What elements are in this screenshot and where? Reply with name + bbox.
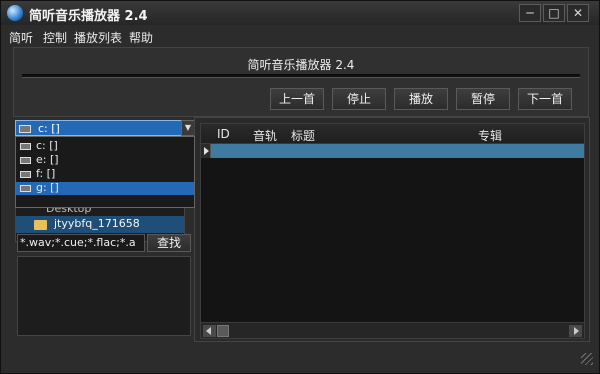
seek-bar[interactable]	[22, 74, 580, 78]
drive-option-label: g: []	[36, 181, 59, 194]
menu-control[interactable]: 控制	[43, 29, 67, 46]
drive-option-label: c: []	[36, 139, 58, 152]
scroll-thumb[interactable]	[217, 325, 229, 337]
drive-option-c[interactable]: c: []	[16, 139, 194, 153]
app-logo-icon	[7, 5, 23, 21]
menu-jianting[interactable]: 简听	[9, 29, 33, 46]
drive-option-f[interactable]: f: []	[16, 167, 194, 181]
column-title[interactable]: 标题	[291, 127, 315, 144]
table-row[interactable]	[201, 144, 584, 158]
column-album[interactable]: 专辑	[478, 127, 502, 144]
maximize-button[interactable]: □	[543, 4, 565, 22]
playlist-panel: ID 音轨 标题 专辑	[194, 117, 590, 342]
drive-dropdown-list: c: [] e: [] f: [] g: []	[15, 136, 195, 208]
drive-icon	[19, 125, 31, 133]
drive-icon	[20, 185, 31, 192]
playlist-header: ID 音轨 标题 专辑	[201, 124, 584, 144]
scroll-left-icon[interactable]	[203, 325, 216, 337]
current-row-marker-icon	[201, 144, 211, 158]
menu-help[interactable]: 帮助	[129, 29, 153, 46]
playlist-table[interactable]: ID 音轨 标题 专辑	[200, 123, 585, 339]
file-browser-panel: Desktop jtyybfq_171658 c: [] ▼ c: [] e: …	[13, 117, 195, 339]
minimize-button[interactable]: ─	[519, 4, 541, 22]
next-button[interactable]: 下一首	[518, 88, 572, 110]
tree-item-label: jtyybfq_171658	[54, 217, 140, 230]
drive-option-label: e: []	[36, 153, 59, 166]
file-results-list[interactable]	[17, 256, 191, 336]
drive-select[interactable]: c: []	[15, 120, 183, 136]
column-track[interactable]: 音轨	[253, 127, 277, 144]
column-id[interactable]: ID	[217, 127, 230, 141]
close-button[interactable]: ✕	[567, 4, 589, 22]
resize-grip-icon[interactable]	[581, 353, 593, 365]
horizontal-scrollbar[interactable]	[201, 322, 584, 338]
chevron-down-icon[interactable]: ▼	[181, 120, 195, 136]
drive-option-e[interactable]: e: []	[16, 153, 194, 167]
drive-icon	[20, 143, 31, 150]
title-bar[interactable]: 简听音乐播放器 2.4 ─ □ ✕	[1, 1, 599, 25]
drive-icon	[20, 157, 31, 164]
window-title: 简听音乐播放器 2.4	[29, 9, 148, 24]
search-button[interactable]: 查找	[147, 234, 191, 252]
app-window: 简听音乐播放器 2.4 ─ □ ✕ 简听 控制 播放列表 帮助 简听音乐播放器 …	[0, 0, 600, 374]
previous-button[interactable]: 上一首	[270, 88, 324, 110]
menu-bar: 简听 控制 播放列表 帮助	[1, 27, 599, 45]
drive-option-g[interactable]: g: []	[16, 181, 194, 195]
play-button[interactable]: 播放	[394, 88, 448, 110]
pause-button[interactable]: 暂停	[456, 88, 510, 110]
drive-option-label: f: []	[36, 167, 56, 180]
now-playing-title: 简听音乐播放器 2.4	[247, 58, 355, 72]
scroll-right-icon[interactable]	[569, 325, 582, 337]
tree-item-selected[interactable]: jtyybfq_171658	[16, 216, 184, 233]
player-panel: 简听音乐播放器 2.4 上一首 停止 播放 暂停 下一首	[13, 47, 589, 117]
drive-select-value: c: []	[38, 122, 60, 135]
folder-icon	[34, 220, 47, 230]
stop-button[interactable]: 停止	[332, 88, 386, 110]
file-filter-input[interactable]: *.wav;*.cue;*.flac;*.a	[17, 234, 145, 252]
menu-playlist[interactable]: 播放列表	[74, 29, 122, 46]
drive-icon	[20, 171, 31, 178]
